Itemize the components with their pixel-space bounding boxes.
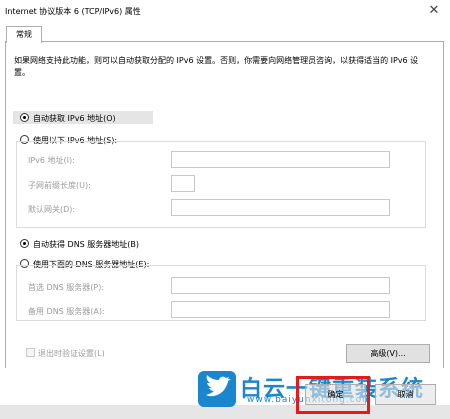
close-icon[interactable]: ✕ bbox=[424, 3, 444, 19]
ipv6-address-field[interactable] bbox=[171, 151, 390, 168]
alternate-dns-field[interactable] bbox=[171, 301, 390, 318]
validate-checkbox[interactable] bbox=[26, 348, 35, 357]
preferred-dns-label: 首选 DNS 服务器(P): bbox=[28, 283, 105, 292]
validate-label[interactable]: 退出时验证设置(L) bbox=[38, 348, 105, 359]
default-gateway-field[interactable] bbox=[171, 199, 390, 216]
default-gateway-label: 默认网关(D): bbox=[28, 205, 76, 214]
description-text: 如果网络支持此功能，则可以自动获取分配的 IPv6 设置。否则，你需要向网络管理… bbox=[14, 56, 419, 77]
ip-auto-row[interactable]: 自动获取 IPv6 地址(O) bbox=[13, 111, 153, 124]
subnet-prefix-label: 子网前缀长度(U): bbox=[28, 181, 91, 190]
status-strip bbox=[0, 405, 450, 419]
dns-auto-label[interactable]: 自动获得 DNS 服务器地址(B) bbox=[33, 239, 139, 250]
alternate-dns-label: 备用 DNS 服务器(A): bbox=[28, 307, 105, 316]
subnet-prefix-field[interactable] bbox=[171, 175, 195, 192]
preferred-dns-field[interactable] bbox=[171, 277, 390, 294]
ipv6-address-label: IPv6 地址(I): bbox=[28, 156, 75, 165]
highlight-box bbox=[296, 376, 370, 414]
window-title: Internet 协议版本 6 (TCP/IPv6) 属性 bbox=[5, 7, 141, 16]
ip-auto-radio[interactable] bbox=[20, 113, 29, 122]
cancel-button[interactable]: 取消 bbox=[375, 384, 436, 405]
tab-general[interactable]: 常规 bbox=[6, 26, 42, 43]
ip-auto-label: 自动获取 IPv6 地址(O) bbox=[33, 114, 116, 123]
bird-logo-icon bbox=[198, 371, 236, 407]
dns-auto-radio[interactable] bbox=[20, 239, 29, 248]
advanced-button[interactable]: 高级(V)... bbox=[346, 344, 430, 363]
